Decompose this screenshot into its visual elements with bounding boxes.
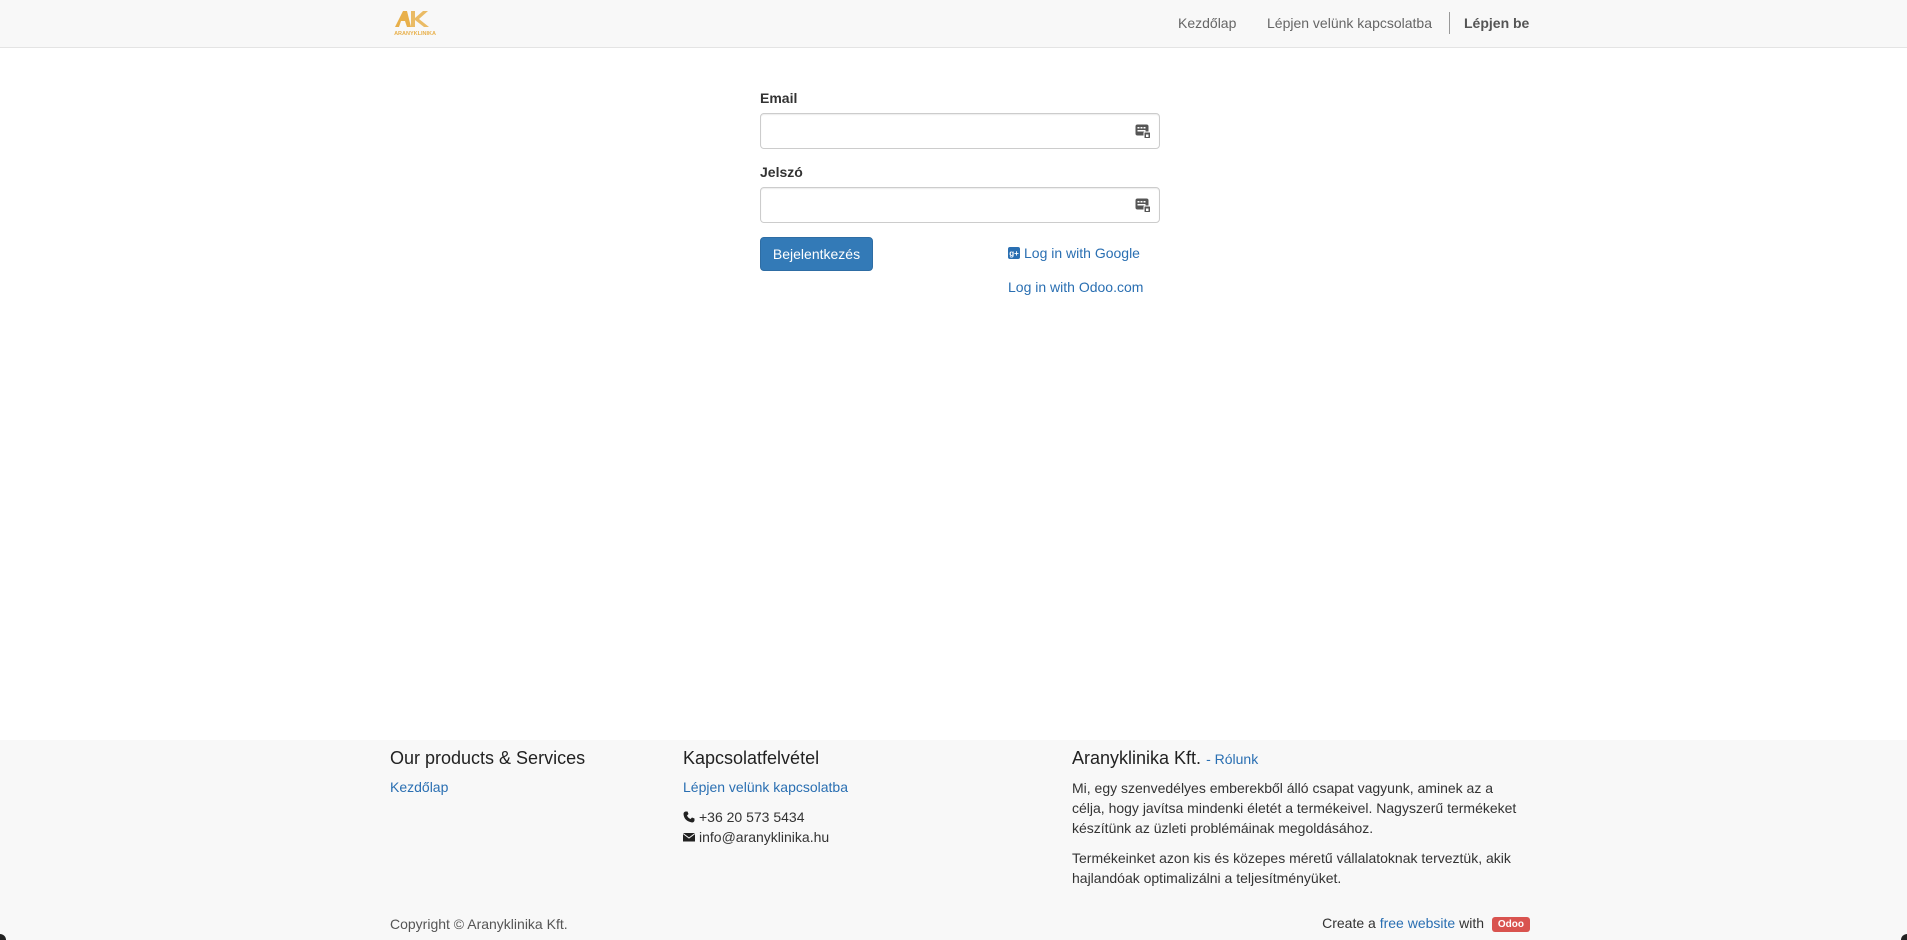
odoo-login-link[interactable]: Log in with Odoo.com <box>1008 279 1143 295</box>
company-logo[interactable]: ARANYKLINIKA <box>389 9 441 37</box>
footer-products-heading: Our products & Services <box>390 748 586 768</box>
footer-contact-link[interactable]: Lépjen velünk kapcsolatba <box>683 779 848 795</box>
footer-contact-heading: Kapcsolatfelvétel <box>683 748 820 768</box>
create-prefix: Create a <box>1322 915 1376 931</box>
odoo-badge[interactable]: Odoo <box>1491 917 1530 932</box>
footer-about-text-2: Termékeinket azon kis és közepes méretű … <box>1072 850 1511 886</box>
google-plus-icon: g+ <box>1008 247 1020 259</box>
password-field[interactable] <box>760 187 1160 223</box>
nav-home-link[interactable]: Kezdőlap <box>1178 15 1236 31</box>
password-manager-icon[interactable] <box>1135 123 1151 139</box>
footer-about-link[interactable]: - Rólunk <box>1206 751 1258 767</box>
nav-contact-link[interactable]: Lépjen velünk kapcsolatba <box>1267 15 1432 31</box>
create-with: with <box>1459 915 1484 931</box>
footer-about-text-1: Mi, egy szenvedélyes emberekből álló csa… <box>1072 780 1517 836</box>
window-corner <box>0 934 6 940</box>
nav-signin-link[interactable]: Lépjen be <box>1464 15 1529 31</box>
svg-text:ARANYKLINIKA: ARANYKLINIKA <box>394 31 436 37</box>
footer-phone-text: +36 20 573 5434 <box>699 809 805 825</box>
phone-icon <box>683 811 695 823</box>
email-field[interactable] <box>760 113 1160 149</box>
google-login-link[interactable]: g+ Log in with Google <box>1008 245 1140 261</box>
footer-powered-by: Create a free website with Odoo <box>1322 915 1530 932</box>
login-submit-button[interactable]: Bejelentkezés <box>760 237 873 271</box>
footer-email-text: info@aranyklinika.hu <box>699 829 830 845</box>
footer-copyright: Copyright © Aranyklinika Kft. <box>390 916 568 932</box>
window-corner <box>1901 934 1907 940</box>
site-footer: Our products & Services Kezdőlap Kapcsol… <box>0 740 1907 940</box>
envelope-icon <box>683 833 695 842</box>
email-label: Email <box>760 90 798 106</box>
free-website-link[interactable]: free website <box>1380 915 1455 931</box>
password-manager-icon[interactable] <box>1135 197 1151 213</box>
footer-company-heading: Aranyklinika Kft. - Rólunk <box>1072 748 1258 769</box>
google-login-label: Log in with Google <box>1024 245 1140 261</box>
footer-email: info@aranyklinika.hu <box>683 829 829 845</box>
footer-phone: +36 20 573 5434 <box>683 809 805 825</box>
footer-company-name: Aranyklinika Kft. <box>1072 748 1202 768</box>
nav-divider <box>1449 12 1450 34</box>
top-navbar: ARANYKLINIKA Kezdőlap Lépjen velünk kapc… <box>0 0 1907 48</box>
footer-home-link[interactable]: Kezdőlap <box>390 779 448 795</box>
password-label: Jelszó <box>760 164 803 180</box>
